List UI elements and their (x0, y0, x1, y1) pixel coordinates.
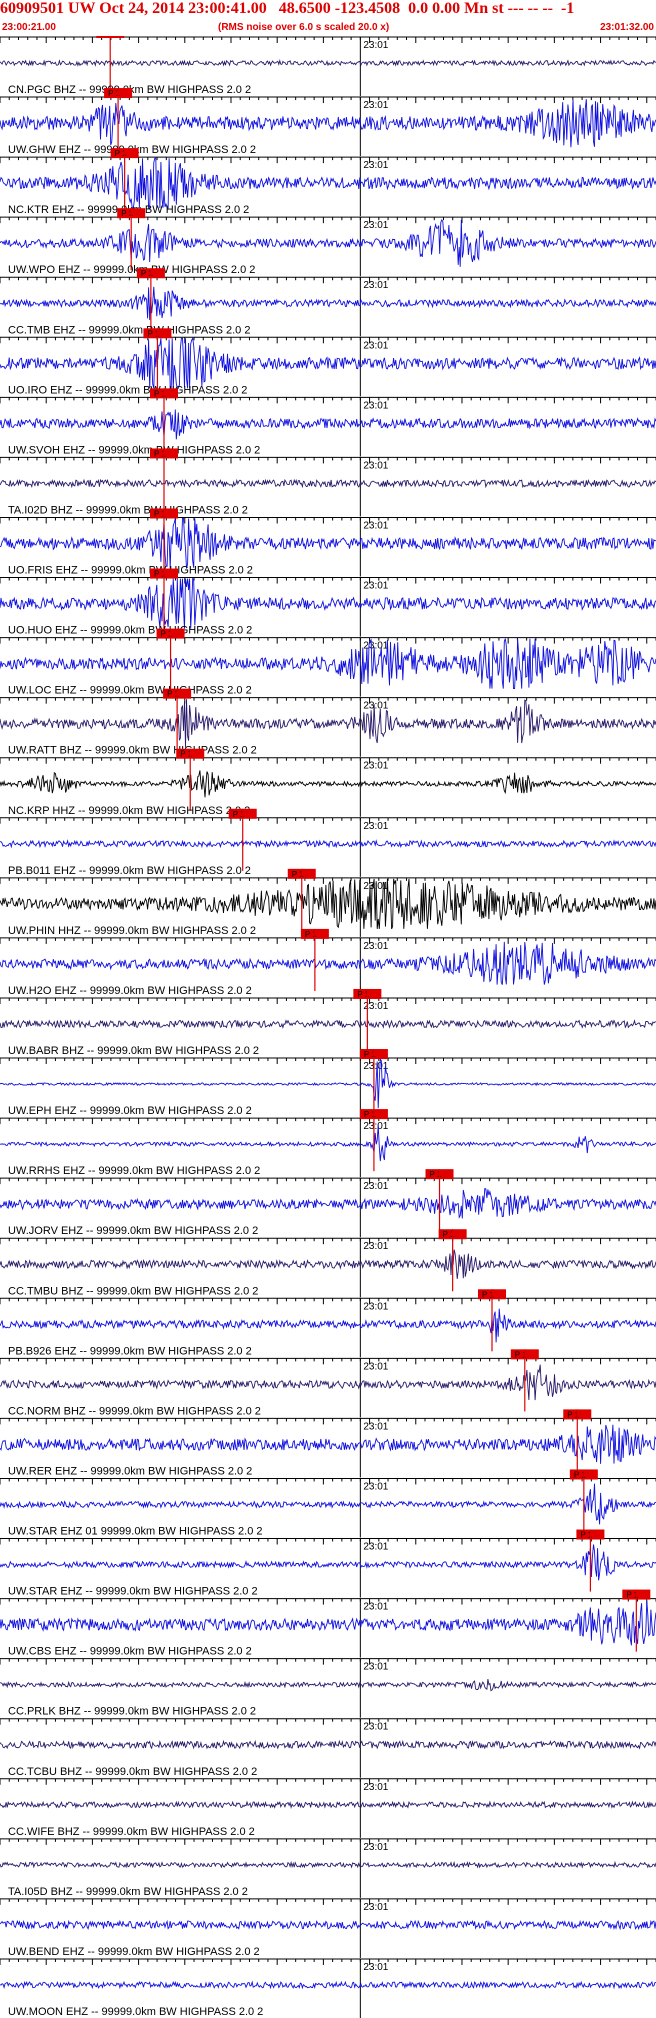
minute-label: 23:01 (363, 280, 388, 291)
waveform-trace (0, 1600, 656, 1646)
waveform-trace (0, 1980, 656, 1990)
channel-label: CC.TCBU BHZ -- 99999.0km BW HIGHPASS 2.0… (8, 1766, 257, 1778)
waveform-trace (0, 1019, 656, 1029)
minute-label: 23:01 (363, 1842, 388, 1853)
waveform-trace (0, 1800, 656, 1810)
end-time-label: 23:01:32.00 (600, 22, 654, 33)
minute-label: 23:01 (363, 460, 388, 471)
waveform-trace (0, 1424, 656, 1464)
channel-label: UW.EPH EHZ -- 99999.0km BW HIGHPASS 2.0 … (8, 1105, 252, 1117)
minute-label: 23:01 (363, 1361, 388, 1372)
minute-label: 23:01 (363, 520, 388, 531)
waveform-trace (0, 1188, 656, 1219)
waveform-trace (0, 638, 656, 690)
waveform-trace (0, 1364, 656, 1401)
channel-label: PB.B926 EHZ -- 99999.0km BW HIGHPASS 2.0… (8, 1345, 252, 1357)
channel-label: CC.TMBU BHZ -- 99999.0km BW HIGHPASS 2.0… (8, 1285, 258, 1297)
channel-label: UW.RER EHZ -- 99999.0km BW HIGHPASS 2.0 … (8, 1465, 252, 1477)
minute-label: 23:01 (363, 1421, 388, 1432)
waveform-trace (0, 878, 656, 930)
minute-label: 23:01 (363, 400, 388, 411)
waveform-trace (0, 478, 656, 489)
channel-label: CC.PRLK BHZ -- 99999.0km BW HIGHPASS 2.0… (8, 1706, 256, 1718)
minute-label: 23:01 (363, 1542, 388, 1553)
channel-label: UW.CBS EHZ -- 99999.0km BW HIGHPASS 2.0 … (8, 1646, 252, 1658)
minute-label: 23:01 (363, 40, 388, 51)
waveform-trace (0, 1308, 656, 1343)
channel-label: UW.MOON EHZ -- 99999.0km BW HIGHPASS 2.0… (8, 2006, 263, 2018)
waveform-trace (0, 1739, 656, 1750)
channel-label: UO.FRIS EHZ -- 99999.0km BW HIGHPASS 2.0… (8, 565, 253, 577)
channel-label: UW.BABR BHZ -- 99999.0km BW HIGHPASS 2.0… (8, 1045, 259, 1057)
channel-label: UW.STAR EHZ -- 99999.0km BW HIGHPASS 2.0… (8, 1586, 258, 1598)
channel-label: TA.I02D BHZ -- 99999.0km BW HIGHPASS 2.0… (8, 504, 248, 516)
channel-label: CC.TMB EHZ -- 99999.0km BW HIGHPASS 2.0 … (8, 324, 250, 336)
minute-label: 23:01 (363, 340, 388, 351)
minute-label: 23:01 (363, 1181, 388, 1192)
minute-label: 23:01 (363, 100, 388, 111)
waveform-trace (0, 941, 656, 985)
channel-label: UW.H2O EHZ -- 99999.0km BW HIGHPASS 2.0 … (8, 985, 252, 997)
channel-label: UO.IRO EHZ -- 99999.0km BW HIGHPASS 2.0 … (8, 384, 247, 396)
minute-label: 23:01 (363, 821, 388, 832)
waveform-trace (0, 218, 656, 267)
waveform-trace (0, 518, 656, 569)
start-time-label: 23:00:21.00 (2, 22, 56, 33)
channel-label: PB.B011 EHZ -- 99999.0km BW HIGHPASS 2.0… (8, 865, 251, 877)
waveform-trace (0, 1483, 656, 1525)
minute-label: 23:01 (363, 1662, 388, 1673)
minute-label: 23:01 (363, 220, 388, 231)
channel-label: UW.JORV EHZ -- 99999.0km BW HIGHPASS 2.0… (8, 1225, 258, 1237)
minute-label: 23:01 (363, 1902, 388, 1913)
minute-label: 23:01 (363, 1301, 388, 1312)
channel-label: UW.SVOH EHZ -- 99999.0km BW HIGHPASS 2.0… (8, 444, 260, 456)
waveform-trace (0, 1860, 656, 1869)
plot-header: 60909501 UW Oct 24, 2014 23:00:41.00 48.… (0, 0, 656, 36)
channel-label: TA.I05D BHZ -- 99999.0km BW HIGHPASS 2.0… (8, 1886, 248, 1898)
channel-label: UW.RRHS EHZ -- 99999.0km BW HIGHPASS 2.0… (8, 1165, 260, 1177)
waveform-trace (0, 1919, 656, 1931)
waveform-trace (0, 1125, 656, 1162)
minute-label: 23:01 (363, 581, 388, 592)
channel-label: UW.BEND EHZ -- 99999.0km BW HIGHPASS 2.0… (8, 1946, 260, 1958)
channel-label: NC.KRP HHZ -- 99999.0km BW HIGHPASS 2.0 … (8, 805, 250, 817)
minute-label: 23:01 (363, 1121, 388, 1132)
channel-label: CC.WIFE BHZ -- 99999.0km BW HIGHPASS 2.0… (8, 1826, 255, 1838)
minute-label: 23:01 (363, 1481, 388, 1492)
scaling-note: (RMS noise over 6.0 s scaled 20.0 x) (218, 22, 390, 33)
channel-label: UO.HUO EHZ -- 99999.0km BW HIGHPASS 2.0 … (8, 625, 252, 637)
waveform-trace (0, 1544, 656, 1581)
waveform-trace (0, 157, 656, 209)
seismogram-plot: 23:01P 1CN.PGC BHZ -- 99999.0km BW HIGHP… (0, 36, 656, 2018)
minute-label: 23:01 (363, 1782, 388, 1793)
waveform-trace (0, 699, 656, 748)
waveform-trace (0, 1679, 656, 1692)
channel-label: CC.NORM BHZ -- 99999.0km BW HIGHPASS 2.0… (8, 1405, 261, 1417)
minute-label: 23:01 (363, 1722, 388, 1733)
minute-label: 23:01 (363, 1241, 388, 1252)
waveform-trace (0, 336, 656, 389)
waveform-trace (0, 770, 656, 798)
waveform-trace (0, 839, 656, 849)
waveform-trace (0, 286, 656, 321)
minute-label: 23:01 (363, 1602, 388, 1613)
waveform-trace (0, 99, 656, 148)
minute-label: 23:01 (363, 160, 388, 171)
channel-label: UW.LOC EHZ -- 99999.0km BW HIGHPASS 2.0 … (8, 685, 252, 697)
channel-label: UW.RATT BHZ -- 99999.0km BW HIGHPASS 2.0… (8, 745, 257, 757)
waveform-trace (0, 409, 656, 440)
minute-label: 23:01 (363, 941, 388, 952)
minute-label: 23:01 (363, 761, 388, 772)
waveform-trace (0, 1249, 656, 1279)
channel-label: UW.WPO EHZ -- 99999.0km BW HIGHPASS 2.0 … (8, 264, 255, 276)
waveform-trace (0, 59, 656, 67)
minute-label: 23:01 (363, 1962, 388, 1973)
minute-label: 23:01 (363, 701, 388, 712)
waveform-trace (0, 1057, 656, 1109)
channel-label: UW.PHIN HHZ -- 99999.0km BW HIGHPASS 2.0… (8, 925, 256, 937)
waveform-trace (0, 576, 656, 629)
channel-label: UW.STAR EHZ 01 99999.0km BW HIGHPASS 2.0… (8, 1526, 263, 1538)
event-title: 60909501 UW Oct 24, 2014 23:00:41.00 48.… (0, 0, 575, 17)
